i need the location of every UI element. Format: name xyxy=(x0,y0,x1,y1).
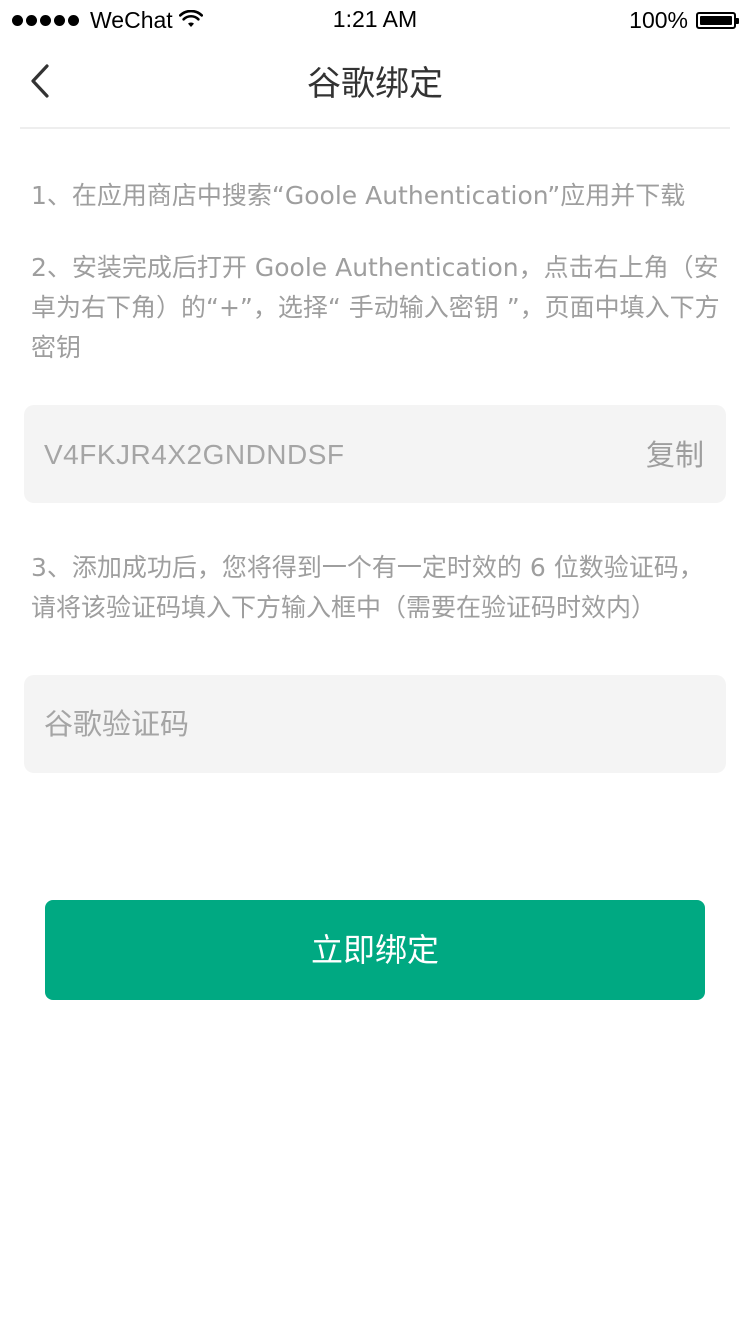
status-bar: WeChat 1:21 AM 100% xyxy=(0,0,750,40)
copy-button[interactable]: 复制 xyxy=(646,435,704,475)
code-input-container xyxy=(24,675,726,773)
battery-percent: 100% xyxy=(629,6,688,33)
google-code-input[interactable] xyxy=(24,675,726,773)
status-right: 100% xyxy=(629,6,739,33)
nav-bar: 谷歌绑定 xyxy=(0,40,750,128)
nav-divider xyxy=(20,127,730,129)
secret-key-value: V4FKJR4X2GNDNDSF xyxy=(44,439,345,470)
bind-now-button[interactable]: 立即绑定 xyxy=(45,900,705,1000)
instruction-step-2: 2、安装完成后打开 Goole Authentication，点击右上角（安卓为… xyxy=(31,253,720,362)
instruction-step-3: 3、添加成功后，您将得到一个有一定时效的 6 位数验证码，请将该验证码填入下方输… xyxy=(31,553,704,622)
page-title: 谷歌绑定 xyxy=(307,64,443,104)
battery-icon xyxy=(696,11,739,29)
battery-level xyxy=(700,15,732,25)
instruction-step-1: 1、在应用商店中搜索“Goole Authentication”应用并下载 xyxy=(31,181,686,210)
secret-key-box: V4FKJR4X2GNDNDSF 复制 xyxy=(24,405,726,503)
